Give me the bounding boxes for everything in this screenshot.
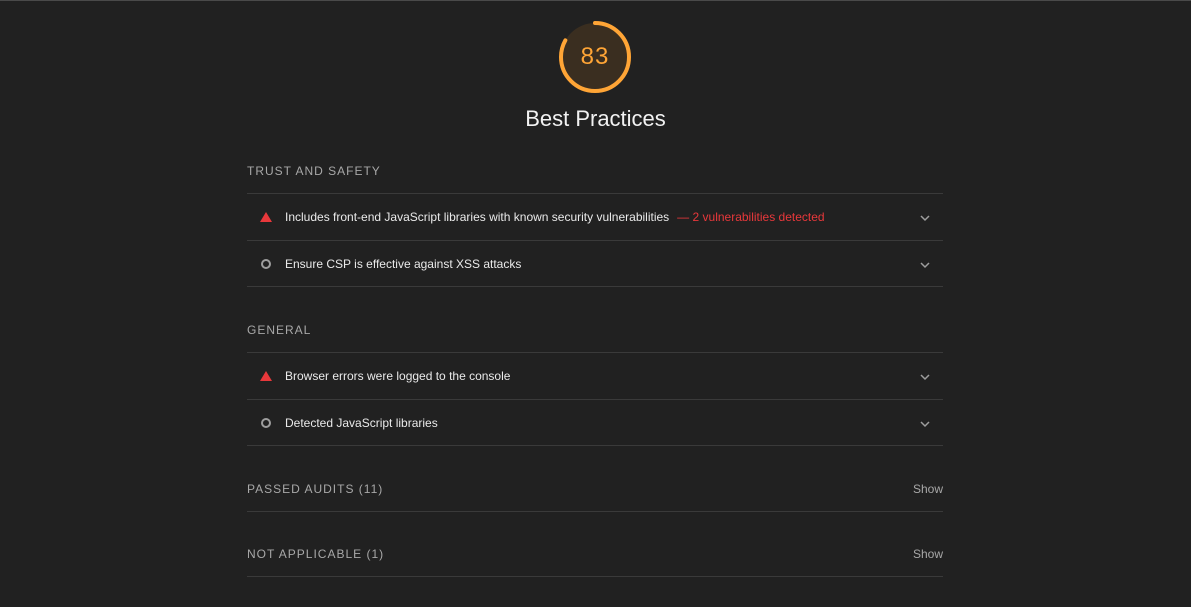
chevron-down-icon[interactable] (919, 371, 931, 383)
audit-row-csp-xss[interactable]: Ensure CSP is effective against XSS atta… (247, 240, 943, 287)
audit-title: Includes front-end JavaScript libraries … (285, 210, 670, 224)
audit-row-console-errors[interactable]: Browser errors were logged to the consol… (247, 352, 943, 399)
chevron-down-icon[interactable] (919, 212, 931, 224)
group-title-trust-and-safety: TRUST AND SAFETY (247, 164, 381, 178)
info-circle-icon (247, 399, 285, 446)
group-title-general: GENERAL (247, 323, 312, 337)
clump-divider (247, 511, 943, 512)
chevron-down-icon[interactable] (919, 418, 931, 430)
clump-divider (247, 576, 943, 577)
audit-display-value: — 2 vulnerabilities detected (677, 210, 825, 224)
warning-triangle-icon (247, 194, 285, 241)
warning-triangle-icon (247, 353, 285, 400)
info-circle-icon (247, 240, 285, 287)
audit-row-vulnerable-libraries[interactable]: Includes front-end JavaScript libraries … (247, 193, 943, 240)
passed-audits-show-button[interactable]: Show (913, 482, 943, 496)
audit-title: Detected JavaScript libraries (285, 415, 438, 430)
category-title: Best Practices (525, 106, 666, 131)
chevron-down-icon[interactable] (919, 259, 931, 271)
audit-row-detected-js-libraries[interactable]: Detected JavaScript libraries (247, 399, 943, 446)
score-value: 83 (580, 43, 610, 70)
not-applicable-title[interactable]: NOT APPLICABLE (1) (247, 547, 384, 561)
audit-title: Browser errors were logged to the consol… (285, 369, 511, 383)
passed-audits-title[interactable]: PASSED AUDITS (11) (247, 482, 383, 496)
not-applicable-show-button[interactable]: Show (913, 547, 943, 561)
score-gauge[interactable]: 83 (558, 20, 632, 94)
top-divider (0, 0, 1191, 1)
audit-title: Ensure CSP is effective against XSS atta… (285, 256, 522, 271)
